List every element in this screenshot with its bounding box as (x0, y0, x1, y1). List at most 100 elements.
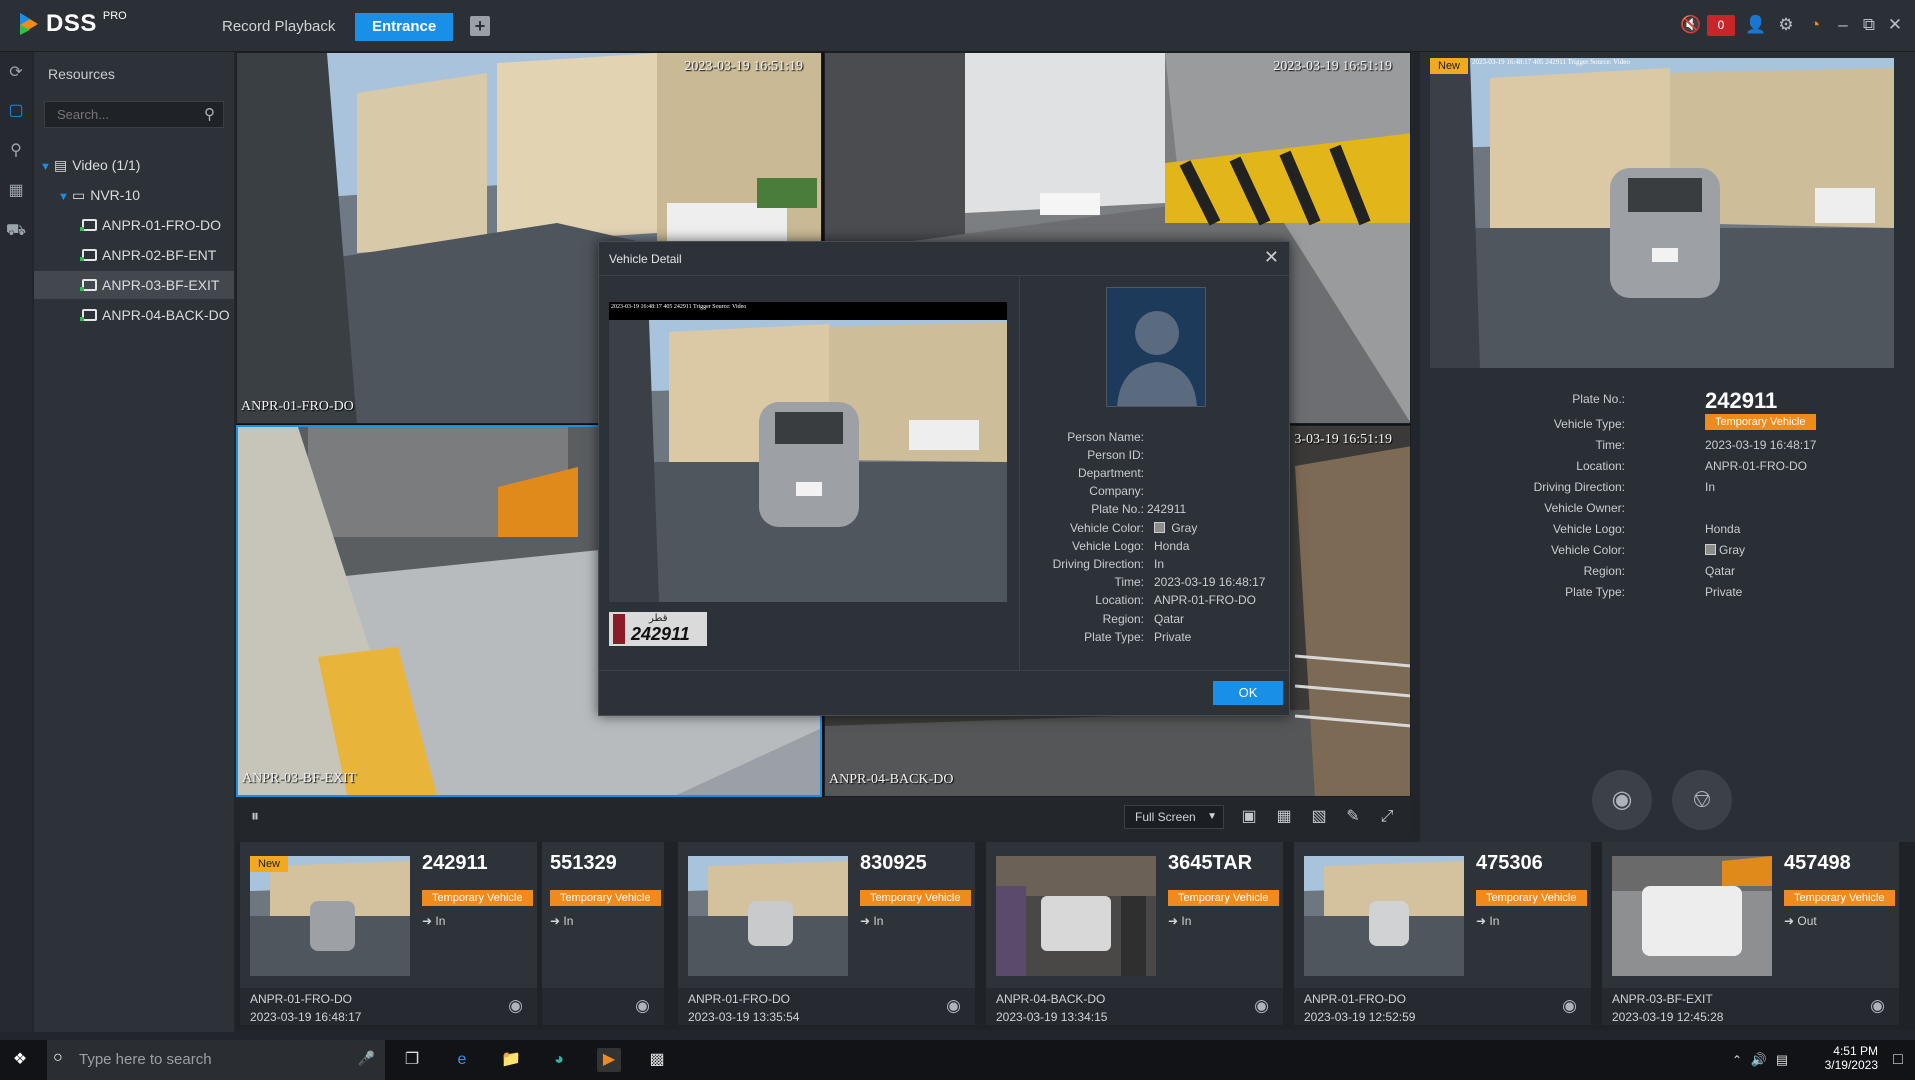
microphone-icon[interactable]: 🎤 (358, 1050, 375, 1067)
dialog-title: Vehicle Detail (609, 252, 682, 266)
capture-location: ANPR-01-FRO-DO (688, 992, 791, 1006)
tree-label: NVR-10 (90, 187, 141, 203)
restore-icon[interactable]: ⧉ (1858, 14, 1880, 36)
edge-legacy-icon[interactable]: e (450, 1048, 474, 1072)
layout-9-icon[interactable]: ▧ (1308, 807, 1330, 827)
direction-in-icon: ➜ (1168, 914, 1179, 928)
clock-time: 4:51 PM (1833, 1044, 1878, 1058)
gear-icon[interactable]: ⚙ (1775, 14, 1797, 36)
layout-1-icon[interactable]: ▣ (1238, 807, 1260, 827)
speaker-mute-icon[interactable]: 🔇 (1680, 14, 1702, 36)
capture-footer: ANPR-01-FRO-DO 2023-03-19 13:35:54 ◉ (678, 988, 975, 1025)
windows-start-icon[interactable]: ❖ (8, 1048, 32, 1072)
video-reel-icon[interactable]: ◉ (1254, 996, 1269, 1016)
tab-record-playback[interactable]: Record Playback (205, 13, 352, 41)
video-channel-label: ANPR-04-BACK-DO (829, 772, 954, 787)
capture-card[interactable]: 3645TAR Temporary Vehicle ➜ In ANPR-04-B… (986, 842, 1283, 1025)
performance-gauge-icon[interactable]: ◔ (1804, 14, 1826, 36)
top-bar: DSS PRO Record Playback Entrance + 🔇 0 👤… (0, 0, 1915, 52)
taskbar-search-placeholder: Type here to search (79, 1051, 212, 1068)
capture-location: ANPR-03-BF-EXIT (1612, 992, 1713, 1006)
notification-icon[interactable]: □ (1886, 1048, 1910, 1072)
plate-crop-number: 242911 (631, 624, 690, 644)
resource-search-input[interactable] (45, 102, 185, 127)
latest-snapshot[interactable]: New 2023-03-19 16:48:17 405 242911 Trigg… (1430, 58, 1894, 368)
custom-layout-icon[interactable]: ✎ (1342, 807, 1364, 827)
tray-chevron-icon[interactable]: ⌃ (1725, 1048, 1749, 1072)
tree-node-video[interactable]: ▼ ▤ Video (1/1) (34, 151, 234, 179)
pause-all-icon[interactable]: ⏸ (244, 807, 266, 827)
capture-direction: In (563, 914, 574, 928)
task-view-icon[interactable]: ❐ (400, 1048, 424, 1072)
capture-card[interactable]: 551329 Temporary Vehicle ➜ In ◉ (542, 842, 664, 1025)
taskbar-search-box[interactable]: ○ Type here to search 🎤 (47, 1040, 385, 1080)
detail-value: Qatar (1705, 564, 1736, 578)
capture-direction: In (435, 914, 446, 928)
entrance-view-icon[interactable]: ▢ (5, 100, 27, 122)
search-record-icon[interactable]: ⚲ (5, 140, 27, 162)
detail-value: 242911 (1147, 502, 1187, 516)
search-ring-icon: ○ (53, 1049, 63, 1066)
detail-label: Plate No.: (1091, 502, 1144, 516)
tab-entrance[interactable]: Entrance (355, 13, 454, 41)
direction-in-icon: ➜ (860, 914, 871, 928)
clock-date: 3/19/2023 (1824, 1058, 1878, 1072)
edge-browser-icon[interactable]: ◕ (547, 1048, 571, 1072)
caret-down-icon[interactable]: ▼ (40, 153, 54, 179)
layout-4-icon[interactable]: ▦ (1273, 807, 1295, 827)
capture-direction: In (873, 914, 884, 928)
dss-pro-taskbar-icon[interactable]: ▶ (597, 1048, 621, 1072)
resources-title: Resources (48, 66, 115, 82)
capture-card[interactable]: 475306 Temporary Vehicle ➜ In ANPR-01-FR… (1294, 842, 1591, 1025)
video-reel-icon[interactable]: ◉ (508, 996, 523, 1016)
video-timestamp: 2023-03-19 16:51:19 (684, 59, 803, 74)
tree-label: ANPR-03-BF-EXIT (102, 277, 220, 293)
snapshot-image (1430, 58, 1894, 368)
capture-thumbnail (688, 856, 848, 976)
terminal-icon[interactable]: ▩ (645, 1048, 669, 1072)
detail-value: Gray (1719, 543, 1746, 557)
close-window-icon[interactable]: ✕ (1884, 14, 1906, 36)
plate-no-label: Plate No.: (1572, 392, 1625, 406)
video-reel-icon[interactable]: ◉ (946, 996, 961, 1016)
tree-node-camera[interactable]: ANPR-02-BF-ENT (34, 241, 234, 269)
capture-card[interactable]: 457498 Temporary Vehicle ➜ Out ANPR-03-B… (1602, 842, 1899, 1025)
plate-number: 242911 (1705, 388, 1778, 413)
tree-node-camera-selected[interactable]: ANPR-03-BF-EXIT (34, 271, 234, 299)
tree-node-camera[interactable]: ANPR-04-BACK-DO (34, 301, 234, 329)
search-icon[interactable]: ⚲ (204, 105, 215, 123)
add-tab-button[interactable]: + (470, 16, 490, 36)
video-reel-icon[interactable]: ◉ (1592, 770, 1652, 830)
video-channel-label: ANPR-01-FRO-DO (241, 399, 354, 414)
close-icon[interactable]: ✕ (1264, 247, 1279, 268)
fullscreen-icon[interactable]: ⤢ (1376, 807, 1398, 827)
ok-button[interactable]: OK (1213, 681, 1283, 705)
minimize-icon[interactable]: – (1832, 14, 1854, 36)
caret-down-icon[interactable]: ▼ (58, 183, 72, 209)
barrier-open-icon[interactable]: ⎊ (1672, 770, 1732, 830)
direction-in-icon: ➜ (422, 914, 433, 928)
video-reel-icon[interactable]: ◉ (1562, 996, 1577, 1016)
video-reel-icon[interactable]: ◉ (635, 996, 650, 1016)
capture-strip: New 242911 Temporary Vehicle ➜ In ANPR-0… (236, 842, 1915, 1030)
capture-card[interactable]: New 242911 Temporary Vehicle ➜ In ANPR-0… (240, 842, 537, 1025)
video-reel-icon[interactable]: ◉ (1870, 996, 1885, 1016)
volume-icon[interactable]: 🔊 (1747, 1048, 1771, 1072)
vehicle-type-tag: Temporary Vehicle (860, 890, 971, 906)
alarm-count-badge[interactable]: 0 (1707, 15, 1735, 36)
taskbar-clock[interactable]: 4:51 PM 3/19/2023 (1800, 1044, 1878, 1072)
capture-plate: 830925 (860, 852, 927, 874)
tree-node-camera[interactable]: ANPR-01-FRO-DO (34, 211, 234, 239)
screen-mode-select[interactable]: Full Screen ▼ (1124, 805, 1224, 829)
capture-time: 2023-03-19 13:34:15 (996, 1010, 1108, 1024)
video-channel-label: ANPR-03-BF-EXIT (242, 771, 357, 786)
file-explorer-icon[interactable]: 📁 (499, 1048, 523, 1072)
user-icon[interactable]: 👤 (1745, 14, 1767, 36)
detail-label: Location: (1095, 593, 1144, 607)
parking-icon[interactable]: ▦ (5, 180, 27, 202)
vehicle-icon[interactable]: ⛟ (5, 220, 27, 242)
network-icon[interactable]: ▤ (1770, 1048, 1794, 1072)
tree-node-nvr[interactable]: ▼ ▭ NVR-10 (34, 181, 234, 209)
capture-card[interactable]: 830925 Temporary Vehicle ➜ In ANPR-01-FR… (678, 842, 975, 1025)
refresh-icon[interactable]: ⟳ (5, 62, 27, 84)
